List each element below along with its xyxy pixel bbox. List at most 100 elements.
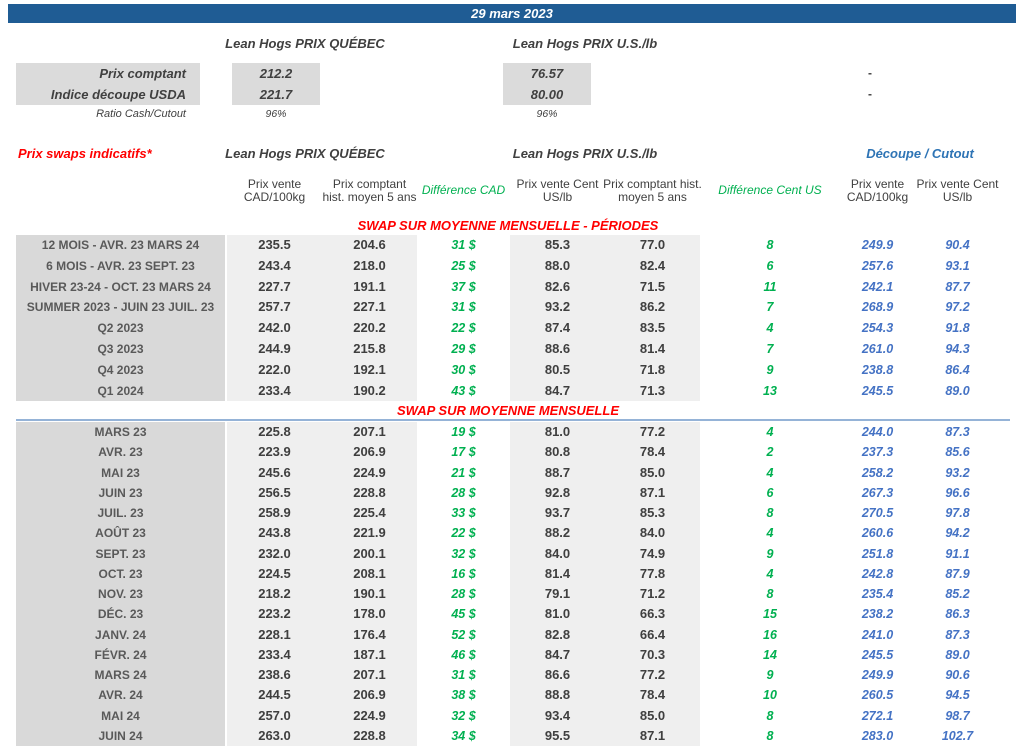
swaps-title: Prix swaps indicatifs* — [18, 146, 152, 161]
column-header-diff-us: Différence Cent US — [718, 183, 822, 198]
cutout-cad-cell: 268.9 — [861, 300, 894, 315]
cutout-us-cell: 87.7 — [945, 279, 970, 294]
table-row: DÉC. 23 223.2 178.0 45 $ 81.0 66.3 15 238.2 86.3 — [16, 604, 1000, 625]
period-label: JUIL. 23 — [16, 503, 225, 524]
pv-us-cell: 87.4 — [510, 318, 605, 339]
hist-cad-cell: 206.9 — [322, 685, 417, 706]
diff-cad-cell: 29 $ — [451, 341, 476, 356]
table-row: JUIL. 23 258.9 225.4 33 $ 93.7 85.3 8 270.5 97.8 — [16, 503, 1000, 524]
hist-cad-cell: 190.2 — [322, 380, 417, 402]
hist-cad-cell: 178.0 — [322, 604, 417, 625]
pv-us-cell: 85.3 — [510, 235, 605, 256]
cutout-cad-cell: 258.2 — [861, 465, 894, 480]
hist-cad-cell: 208.1 — [322, 563, 417, 584]
table-row: HIVER 23-24 - OCT. 23 MARS 24 227.7 191.1 3… — [16, 276, 1000, 298]
cutout-cad-cell: 257.6 — [861, 258, 894, 273]
monthly-rows: MARS 23 225.8 207.1 19 $81.0 77.2 4 244.0 87.3 A… — [16, 422, 1000, 746]
hist-us-cell: 78.4 — [605, 685, 700, 706]
hist-us-cell: 70.3 — [605, 644, 700, 665]
pv-us-cell: 81.0 — [510, 422, 605, 443]
period-label: Q3 2023 — [16, 338, 225, 360]
price-report-page: 29 mars 2023 Lean Hogs PRIX QUÉBEC Lean … — [0, 0, 1024, 750]
column-header-hist-us: Prix comptant hist. moyen 5 ans — [603, 176, 702, 204]
hist-cad-cell: 200.1 — [322, 543, 417, 564]
hist-cad-cell: 227.1 — [322, 297, 417, 319]
hist-us-cell: 85.0 — [605, 462, 700, 483]
diff-us-cell: 8 — [766, 587, 774, 601]
diff-us-cell: 9 — [766, 362, 774, 377]
diff-cad-cell: 33 $ — [451, 506, 476, 520]
diff-us-cell: 9 — [766, 668, 774, 682]
diff-us-cell: 14 — [763, 647, 777, 662]
hist-us-cell: 86.2 — [605, 297, 700, 319]
pv-cad-cell: 256.5 — [227, 482, 322, 503]
pv-cad-cell: 257.7 — [227, 297, 322, 319]
hist-us-cell: 81.4 — [605, 338, 700, 360]
period-label: MARS 24 — [16, 665, 225, 686]
cutout-group-header: Découpe / Cutout — [866, 146, 974, 161]
period-label: Q2 2023 — [16, 318, 225, 339]
diff-us-cell: 6 — [766, 485, 774, 500]
hist-cad-cell: 228.8 — [322, 482, 417, 503]
spot-quebec-header: Lean Hogs PRIX QUÉBEC — [225, 36, 385, 51]
cutout-cad-cell: 261.0 — [861, 341, 894, 356]
column-header-cutout-us: Prix vente Cent US/lb — [916, 176, 999, 204]
pv-cad-cell: 263.0 — [227, 725, 322, 746]
pv-us-cell: 92.8 — [510, 482, 605, 503]
hist-cad-cell: 190.1 — [322, 584, 417, 605]
diff-us-cell: 11 — [763, 279, 777, 294]
column-header-hist-cad: Prix comptant hist. moyen 5 ans — [322, 176, 417, 204]
hist-us-cell: 87.1 — [605, 725, 700, 746]
pv-us-cell: 84.7 — [510, 644, 605, 665]
table-row: 6 MOIS - AVR. 23 SEPT. 23 243.4 218.0 25 $ 8… — [16, 255, 1000, 277]
diff-cad-cell: 31 $ — [451, 300, 476, 315]
hist-cad-cell: 221.9 — [322, 523, 417, 544]
cutout-us-cell: 91.8 — [945, 321, 970, 336]
cutout-us-cell: 97.8 — [945, 506, 970, 520]
hist-us-cell: 71.5 — [605, 276, 700, 298]
spot-us-value: 76.57 — [503, 63, 591, 84]
cutout-us-cell: 86.4 — [945, 362, 970, 377]
pv-us-cell: 95.5 — [510, 725, 605, 746]
diff-cad-cell: 32 $ — [451, 546, 476, 561]
pv-us-cell: 93.7 — [510, 503, 605, 524]
period-label: SEPT. 23 — [16, 543, 225, 564]
hist-cad-cell: 176.4 — [322, 624, 417, 645]
hist-cad-cell: 207.1 — [322, 422, 417, 443]
hist-us-cell: 77.0 — [605, 235, 700, 256]
table-row: MAI 24 257.0 224.9 32 $ 93.4 85.0 8 272.1 98.7 — [16, 705, 1000, 726]
spot-row-label: Prix comptant — [16, 63, 200, 84]
diff-cad-cell: 21 $ — [451, 465, 476, 480]
cutout-us-cell: 102.7 — [941, 728, 974, 743]
period-label: Q4 2023 — [16, 359, 225, 381]
pv-us-cell: 84.0 — [510, 543, 605, 564]
table-row: Q4 2023 222.0 192.1 30 $ 80.5 71.8 9 238.8 86.4 — [16, 359, 1000, 381]
hist-cad-cell: 215.8 — [322, 338, 417, 360]
spot-quebec-value: 96% — [265, 108, 287, 120]
hist-cad-cell: 207.1 — [322, 665, 417, 686]
cutout-us-cell: 91.1 — [945, 546, 970, 561]
cutout-us-cell: 85.6 — [945, 445, 970, 460]
hist-us-cell: 78.4 — [605, 442, 700, 463]
diff-cad-cell: 31 $ — [451, 668, 476, 682]
hist-us-cell: 83.5 — [605, 318, 700, 339]
hist-us-cell: 85.3 — [605, 503, 700, 524]
period-label: AVR. 24 — [16, 685, 225, 706]
pv-cad-cell: 223.2 — [227, 604, 322, 625]
hist-us-cell: 82.4 — [605, 255, 700, 277]
hist-us-cell: 84.0 — [605, 523, 700, 544]
cutout-us-cell: 93.1 — [945, 258, 970, 273]
pv-us-cell: 88.8 — [510, 685, 605, 706]
diff-us-cell: 8 — [766, 728, 774, 743]
pv-cad-cell: 245.6 — [227, 462, 322, 483]
diff-us-cell: 10 — [763, 688, 777, 703]
cutout-cad-cell: 267.3 — [861, 485, 894, 500]
pv-cad-cell: 233.4 — [227, 380, 322, 402]
spot-row-label: Ratio Cash/Cutout — [96, 108, 186, 120]
pv-us-cell: 82.6 — [510, 276, 605, 298]
diff-us-cell: 4 — [766, 321, 774, 336]
column-header-diff-cad: Différence CAD — [421, 183, 506, 198]
diff-cad-cell: 28 $ — [451, 485, 476, 500]
cutout-us-cell: 93.2 — [945, 465, 970, 480]
hist-cad-cell: 228.8 — [322, 725, 417, 746]
